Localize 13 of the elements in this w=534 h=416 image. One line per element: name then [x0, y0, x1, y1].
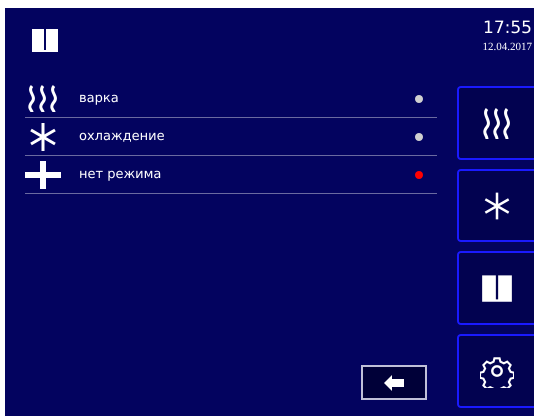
clock-date: 12.04.2017 — [482, 41, 532, 53]
clock-time: 17:55 — [483, 18, 532, 38]
book-button[interactable] — [457, 251, 534, 326]
mode-label: нет режима — [79, 167, 162, 182]
settings-button[interactable] — [457, 334, 534, 408]
settings-icon — [480, 354, 514, 388]
arrow-left-icon — [384, 374, 404, 390]
snowflake-button[interactable] — [457, 168, 534, 242]
plus-icon — [25, 160, 61, 190]
back-button[interactable] — [361, 365, 427, 400]
steam-button[interactable] — [457, 86, 534, 160]
mode-label: варка — [79, 91, 120, 106]
mode-label: охлаждение — [79, 129, 166, 144]
